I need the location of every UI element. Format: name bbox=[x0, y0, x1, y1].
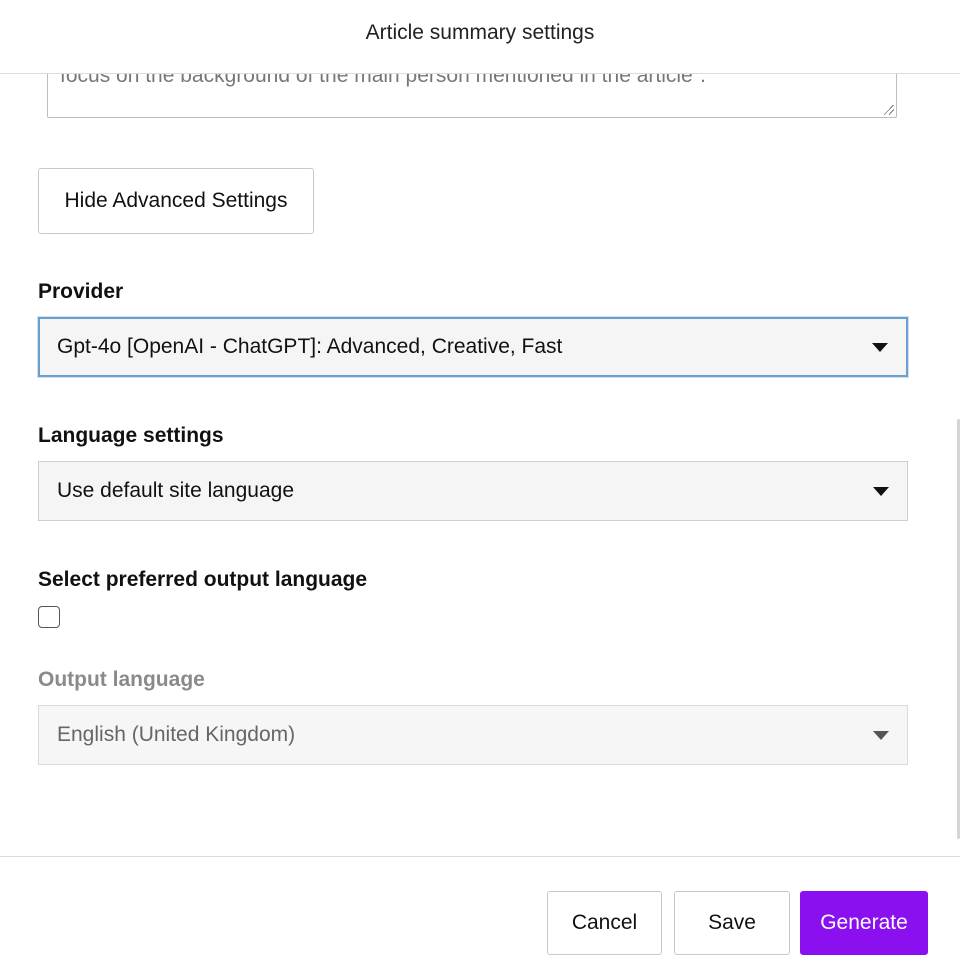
resize-grip-icon[interactable] bbox=[884, 105, 894, 115]
caret-down-icon bbox=[873, 487, 889, 496]
provider-selected-value: Gpt-4o [OpenAI - ChatGPT]: Advanced, Cre… bbox=[57, 335, 563, 358]
language-settings-label: Language settings bbox=[38, 424, 224, 447]
output-language-label: Output language bbox=[38, 668, 205, 691]
caret-down-icon bbox=[872, 343, 888, 352]
save-button[interactable]: Save bbox=[674, 891, 790, 955]
scrollbar-track bbox=[956, 74, 960, 856]
preferred-output-language-checkbox[interactable] bbox=[38, 606, 60, 628]
provider-label: Provider bbox=[38, 280, 124, 303]
article-summary-dialog: Article summary settings focus on the ba… bbox=[0, 0, 960, 970]
dialog-title: Article summary settings bbox=[365, 20, 595, 44]
cancel-button[interactable]: Cancel bbox=[547, 891, 662, 955]
dialog-header: Article summary settings bbox=[0, 0, 960, 74]
language-settings-select[interactable]: Use default site language bbox=[38, 461, 908, 521]
output-language-selected-value: English (United Kingdom) bbox=[57, 723, 296, 746]
language-settings-selected-value: Use default site language bbox=[57, 479, 294, 502]
provider-select[interactable]: Gpt-4o [OpenAI - ChatGPT]: Advanced, Cre… bbox=[38, 317, 908, 377]
generate-button[interactable]: Generate bbox=[800, 891, 928, 955]
dialog-body: focus on the background of the main pers… bbox=[0, 74, 960, 856]
output-language-select: English (United Kingdom) bbox=[38, 705, 908, 765]
preferred-output-language-label: Select preferred output language bbox=[38, 568, 368, 591]
hide-advanced-settings-button[interactable]: Hide Advanced Settings bbox=[38, 168, 314, 234]
dialog-footer: Cancel Save Generate bbox=[0, 856, 960, 970]
prompt-textarea[interactable]: focus on the background of the main pers… bbox=[47, 74, 897, 118]
caret-down-icon bbox=[873, 731, 889, 740]
prompt-text: focus on the background of the main pers… bbox=[60, 74, 707, 87]
